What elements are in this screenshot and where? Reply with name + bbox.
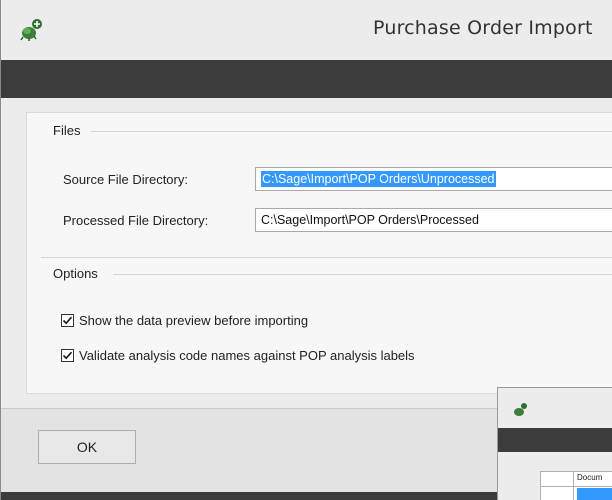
secondary-data-grid[interactable]: Docum (540, 471, 612, 500)
source-directory-label: Source File Directory: (63, 172, 188, 187)
purchase-order-import-window: Purchase Order Import Files Source File … (0, 0, 612, 500)
options-section-label: Options (53, 266, 98, 281)
title-bar[interactable]: Purchase Order Import (1, 0, 612, 60)
show-preview-checkbox[interactable] (61, 314, 74, 327)
validate-analysis-checkbox[interactable] (61, 349, 74, 362)
source-directory-value: C:\Sage\Import\POP Orders\Unprocessed (261, 171, 496, 187)
header-band (1, 60, 612, 98)
options-top-divider (41, 257, 612, 258)
source-directory-input[interactable]: C:\Sage\Import\POP Orders\Unprocessed (255, 167, 612, 191)
processed-directory-input[interactable]: C:\Sage\Import\POP Orders\Processed (255, 208, 612, 232)
processed-directory-label: Processed File Directory: (63, 213, 209, 228)
window-title: Purchase Order Import (373, 17, 593, 39)
files-section-divider (91, 131, 612, 132)
secondary-window[interactable]: Docum (497, 387, 612, 500)
grid-selected-cell[interactable] (577, 488, 612, 500)
ok-button[interactable]: OK (38, 430, 136, 464)
grid-header-document: Docum (577, 473, 603, 482)
checkmark-icon (62, 316, 73, 325)
grid-column-divider (573, 472, 574, 500)
checkmark-icon (62, 351, 73, 360)
options-section-divider (113, 274, 612, 275)
sage-add-icon (20, 19, 42, 41)
show-preview-label[interactable]: Show the data preview before importing (79, 313, 308, 328)
validate-analysis-label[interactable]: Validate analysis code names against POP… (79, 348, 415, 363)
sage-icon (514, 403, 527, 416)
files-section-label: Files (53, 123, 81, 138)
secondary-header-band (498, 428, 612, 452)
